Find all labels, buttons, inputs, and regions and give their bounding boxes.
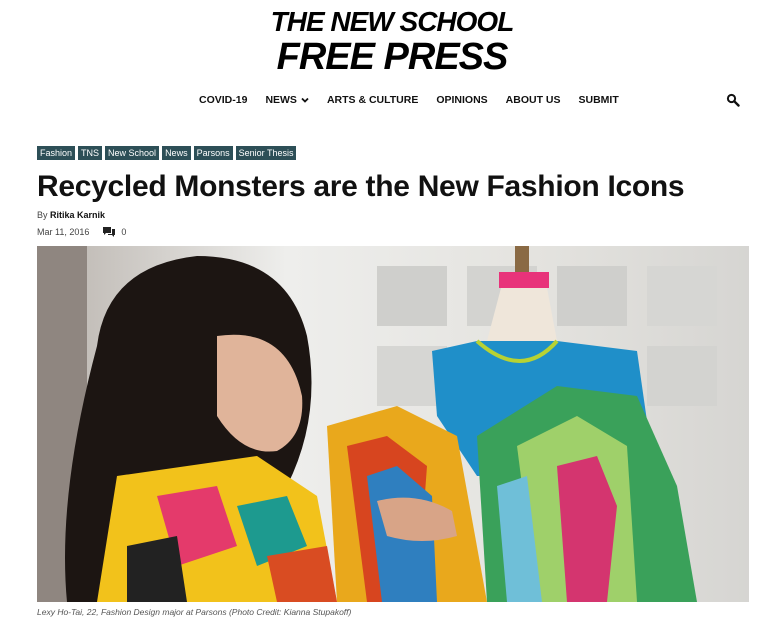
nav-item-opinions[interactable]: OPINIONS — [436, 94, 487, 106]
search-icon[interactable] — [726, 93, 740, 107]
tag-list: Fashion TNS New School News Parsons Seni… — [37, 146, 297, 160]
nav-label: ABOUT US — [505, 94, 561, 106]
author-link[interactable]: Ritika Karnik — [50, 210, 105, 220]
nav-label: SUBMIT — [578, 94, 619, 106]
nav-item-covid-19[interactable]: COVID-19 — [199, 94, 247, 106]
nav-item-arts-culture[interactable]: ARTS & CULTURE — [327, 94, 418, 106]
comments-link[interactable]: 0 — [103, 227, 126, 237]
featured-photo — [37, 246, 749, 602]
byline: By Ritika Karnik — [37, 210, 105, 220]
comment-count: 0 — [121, 227, 127, 237]
nav-label: ARTS & CULTURE — [326, 94, 419, 106]
chevron-down-icon — [301, 97, 309, 103]
by-label: By — [37, 210, 48, 220]
nav-label: COVID-19 — [199, 94, 248, 106]
tag-tns[interactable]: TNS — [78, 146, 103, 160]
nav-label: NEWS — [265, 94, 297, 106]
main-nav: COVID-19 NEWS ARTS & CULTURE OPINIONS AB… — [0, 93, 784, 108]
image-caption: Lexy Ho-Tai, 22, Fashion Design major at… — [37, 607, 352, 617]
comment-icon — [103, 227, 116, 237]
logo-line-1: THE NEW SCHOOL — [270, 6, 515, 37]
featured-image — [37, 246, 749, 602]
site-logo[interactable]: THE NEW SCHOOL FREE PRESS — [0, 6, 784, 78]
tag-senior-thesis[interactable]: Senior Thesis — [235, 146, 297, 160]
logo-line-2: FREE PRESS — [276, 36, 509, 78]
article-meta: Mar 11, 2016 0 — [37, 227, 126, 237]
nav-item-about-us[interactable]: ABOUT US — [506, 94, 561, 106]
publish-date: Mar 11, 2016 — [37, 227, 90, 237]
tag-fashion[interactable]: Fashion — [37, 146, 76, 160]
nav-label: OPINIONS — [436, 94, 488, 106]
nav-item-submit[interactable]: SUBMIT — [579, 94, 619, 106]
tag-news[interactable]: News — [162, 146, 191, 160]
article-title: Recycled Monsters are the New Fashion Ic… — [37, 170, 685, 203]
tag-parsons[interactable]: Parsons — [193, 146, 233, 160]
nav-item-news[interactable]: NEWS — [265, 94, 309, 106]
tag-new-school[interactable]: New School — [105, 146, 160, 160]
